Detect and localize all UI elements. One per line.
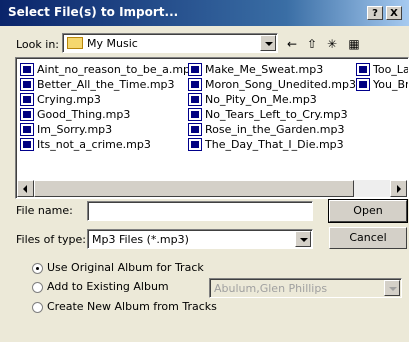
mp3-file-icon xyxy=(20,123,34,136)
file-list: Aint_no_reason_to_be_a.mp3 Better_All_th… xyxy=(15,57,409,199)
file-item[interactable]: Rose_in_the_Garden.mp3 xyxy=(186,122,356,137)
existing-album-select[interactable]: Abulum,Glen Phillips xyxy=(209,278,402,298)
file-item[interactable]: Make_Me_Sweat.mp3 xyxy=(186,62,356,77)
chevron-down-icon[interactable] xyxy=(384,280,400,296)
scroll-right-icon[interactable] xyxy=(390,180,407,197)
help-button[interactable]: ? xyxy=(367,6,383,20)
title-bar: Select File(s) to Import... ? X xyxy=(0,0,409,26)
file-item[interactable]: Moron_Song_Unedited.mp3 xyxy=(186,77,356,92)
mp3-file-icon xyxy=(356,78,370,91)
dialog-title: Select File(s) to Import... xyxy=(8,5,179,19)
horizontal-scrollbar[interactable] xyxy=(17,180,407,197)
file-item[interactable]: No_Tears_Left_to_Cry.mp3 xyxy=(186,107,356,122)
file-item[interactable]: No_Pity_On_Me.mp3 xyxy=(186,92,356,107)
radio-create-new-album[interactable] xyxy=(32,302,43,313)
mp3-file-icon xyxy=(188,108,202,121)
file-column-2: Make_Me_Sweat.mp3 Moron_Song_Unedited.mp… xyxy=(186,62,356,152)
up-folder-icon[interactable]: ⇧ xyxy=(302,34,322,54)
chevron-down-icon[interactable] xyxy=(260,35,276,51)
open-button[interactable]: Open xyxy=(328,199,408,223)
mp3-file-icon xyxy=(20,108,34,121)
option-label: Create New Album from Tracks xyxy=(47,300,217,313)
mp3-file-icon xyxy=(188,78,202,91)
import-dialog: Select File(s) to Import... ? X Look in:… xyxy=(0,0,409,342)
look-in-label: Look in: xyxy=(16,38,59,51)
file-item[interactable]: You_Brc xyxy=(354,77,408,92)
mp3-file-icon xyxy=(20,78,34,91)
existing-album-value: Abulum,Glen Phillips xyxy=(214,282,328,295)
file-item[interactable]: Im_Sorry.mp3 xyxy=(18,122,197,137)
radio-add-existing-album[interactable] xyxy=(32,282,43,293)
mp3-file-icon xyxy=(188,93,202,106)
mp3-file-icon xyxy=(356,63,370,76)
file-item[interactable]: The_Day_That_I_Die.mp3 xyxy=(186,137,356,152)
look-in-combo[interactable]: My Music xyxy=(62,33,278,53)
mp3-file-icon xyxy=(20,93,34,106)
chevron-down-icon[interactable] xyxy=(295,231,311,247)
cancel-button[interactable]: Cancel xyxy=(329,227,407,249)
file-item[interactable]: Aint_no_reason_to_be_a.mp3 xyxy=(18,62,197,77)
option-label: Add to Existing Album xyxy=(47,280,169,293)
file-item[interactable]: Its_not_a_crime.mp3 xyxy=(18,137,197,152)
scroll-left-icon[interactable] xyxy=(17,180,34,197)
look-in-value: My Music xyxy=(87,37,138,50)
file-name-input[interactable] xyxy=(87,201,313,221)
file-column-1: Aint_no_reason_to_be_a.mp3 Better_All_th… xyxy=(18,62,197,152)
file-type-value: Mp3 Files (*.mp3) xyxy=(92,233,189,246)
mp3-file-icon xyxy=(20,138,34,151)
folder-icon xyxy=(67,37,83,49)
back-arrow-icon[interactable]: ← xyxy=(282,34,302,54)
views-menu-icon[interactable]: ▦ xyxy=(344,34,364,54)
file-type-label: Files of type: xyxy=(16,233,87,246)
mp3-file-icon xyxy=(20,63,34,76)
radio-use-original-album[interactable] xyxy=(32,263,43,274)
mp3-file-icon xyxy=(188,138,202,151)
mp3-file-icon xyxy=(188,123,202,136)
file-name-label: File name: xyxy=(16,204,73,217)
option-label: Use Original Album for Track xyxy=(47,261,204,274)
file-item[interactable]: Good_Thing.mp3 xyxy=(18,107,197,122)
file-item[interactable]: Too_Lat xyxy=(354,62,408,77)
close-button[interactable]: X xyxy=(386,6,402,20)
file-column-3: Too_Lat You_Brc xyxy=(354,62,408,92)
file-item[interactable]: Crying.mp3 xyxy=(18,92,197,107)
new-folder-icon[interactable]: ✳ xyxy=(322,34,342,54)
file-type-select[interactable]: Mp3 Files (*.mp3) xyxy=(87,229,313,249)
file-item[interactable]: Better_All_the_Time.mp3 xyxy=(18,77,197,92)
mp3-file-icon xyxy=(188,63,202,76)
scroll-thumb[interactable] xyxy=(34,180,354,197)
